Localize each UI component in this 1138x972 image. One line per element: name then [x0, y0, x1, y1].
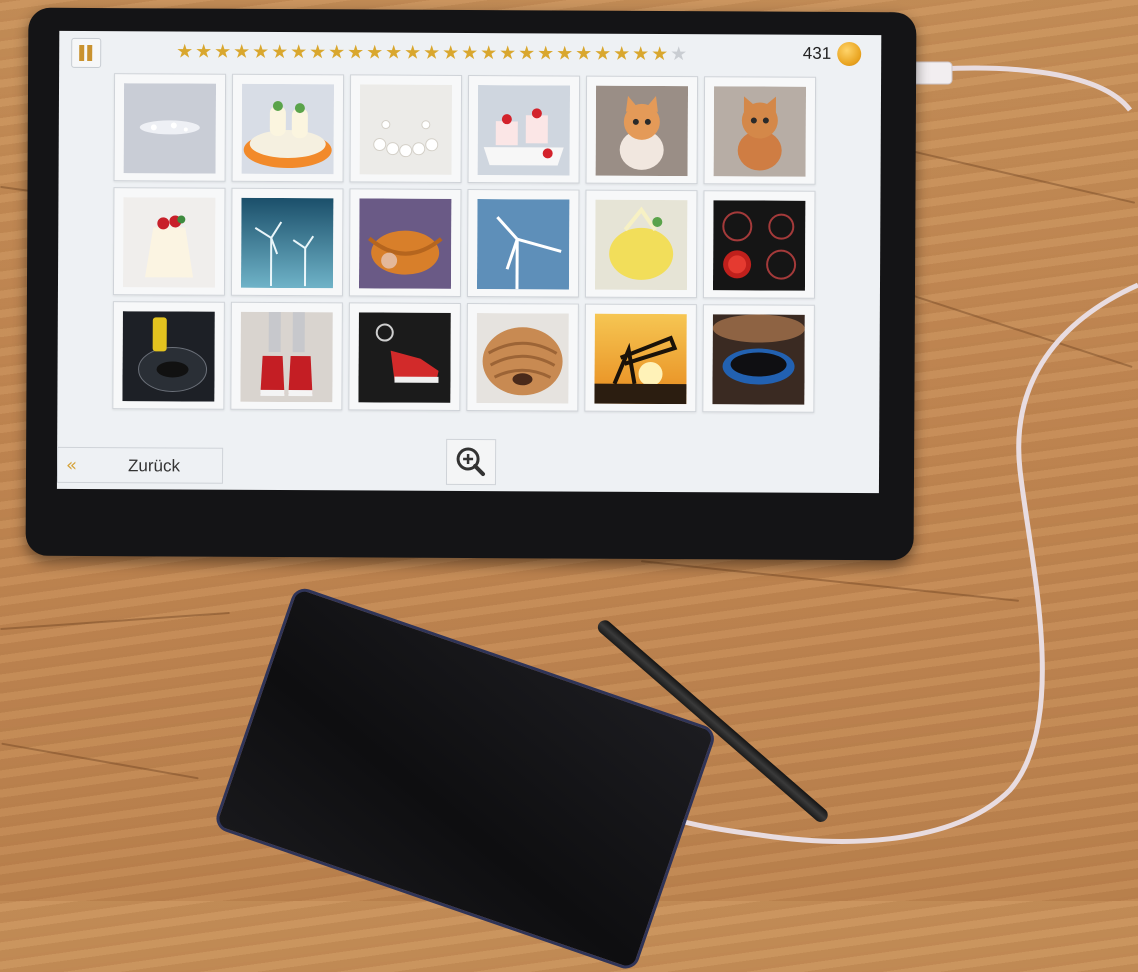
- star-filled-icon: ★: [403, 44, 422, 63]
- star-filled-icon: ★: [422, 44, 441, 63]
- zoom-in-icon: [447, 440, 495, 484]
- top-bar: ★★★★★★★★★★★★★★★★★★★★★★★★★★★ 431: [59, 31, 881, 75]
- star-filled-icon: ★: [232, 43, 251, 62]
- tile-lemon-pudding[interactable]: [585, 190, 698, 299]
- star-filled-icon: ★: [346, 43, 365, 62]
- tile-ceramic-hob[interactable]: [703, 190, 816, 299]
- tile-pearl-necklace[interactable]: [350, 74, 463, 183]
- tile-kitten-2[interactable]: [704, 76, 817, 185]
- star-filled-icon: ★: [327, 43, 346, 62]
- pause-bars-icon: [78, 44, 94, 62]
- star-progress: ★★★★★★★★★★★★★★★★★★★★★★★★★★★: [175, 42, 688, 64]
- coin-counter: 431: [803, 42, 861, 66]
- tile-kitten-1[interactable]: [586, 76, 699, 185]
- back-label: Zurück: [128, 456, 180, 476]
- menu-button[interactable]: [71, 38, 101, 68]
- tile-wind-turbines-1[interactable]: [231, 188, 344, 297]
- tile-oil-pump[interactable]: [584, 304, 697, 413]
- tile-red-sneakers[interactable]: [230, 302, 343, 411]
- tile-shar-pei-dog[interactable]: [466, 303, 579, 412]
- star-filled-icon: ★: [555, 44, 574, 63]
- tile-panna-cotta[interactable]: [113, 187, 226, 296]
- back-button[interactable]: « Zurück: [57, 447, 223, 484]
- star-filled-icon: ★: [460, 44, 479, 63]
- tile-lemon-dessert[interactable]: [232, 74, 345, 183]
- tile-knitting[interactable]: [349, 188, 462, 297]
- star-filled-icon: ★: [384, 44, 403, 63]
- star-empty-icon: ★: [669, 45, 688, 64]
- star-filled-icon: ★: [289, 43, 308, 62]
- star-filled-icon: ★: [536, 44, 555, 63]
- star-filled-icon: ★: [593, 45, 612, 64]
- tile-strawberry-cakes[interactable]: [468, 75, 581, 184]
- tile-fuel-cap[interactable]: [112, 301, 225, 410]
- tile-wind-turbine-2[interactable]: [467, 189, 580, 298]
- tablet: ★★★★★★★★★★★★★★★★★★★★★★★★★★★ 431: [26, 8, 917, 561]
- star-filled-icon: ★: [365, 43, 384, 62]
- star-filled-icon: ★: [270, 43, 289, 62]
- star-filled-icon: ★: [479, 44, 498, 63]
- tile-crystal-stones[interactable]: [114, 73, 227, 182]
- star-filled-icon: ★: [308, 43, 327, 62]
- zoom-button[interactable]: [446, 439, 496, 485]
- star-filled-icon: ★: [650, 45, 669, 64]
- star-filled-icon: ★: [498, 44, 517, 63]
- star-filled-icon: ★: [631, 45, 650, 64]
- tile-sneaker-keychain[interactable]: [348, 302, 461, 411]
- coin-count: 431: [803, 44, 831, 64]
- tile-gas-burner[interactable]: [702, 304, 815, 413]
- star-filled-icon: ★: [441, 44, 460, 63]
- star-filled-icon: ★: [612, 45, 631, 64]
- star-filled-icon: ★: [175, 42, 194, 61]
- star-filled-icon: ★: [213, 43, 232, 62]
- bottom-bar: « Zurück: [57, 427, 879, 493]
- picture-grid: [112, 73, 820, 427]
- double-chevron-left-icon: «: [66, 455, 77, 476]
- coin-icon: [837, 42, 861, 66]
- star-filled-icon: ★: [574, 45, 593, 64]
- game-screen: ★★★★★★★★★★★★★★★★★★★★★★★★★★★ 431: [57, 31, 881, 493]
- star-filled-icon: ★: [517, 44, 536, 63]
- star-filled-icon: ★: [251, 43, 270, 62]
- star-filled-icon: ★: [194, 43, 213, 62]
